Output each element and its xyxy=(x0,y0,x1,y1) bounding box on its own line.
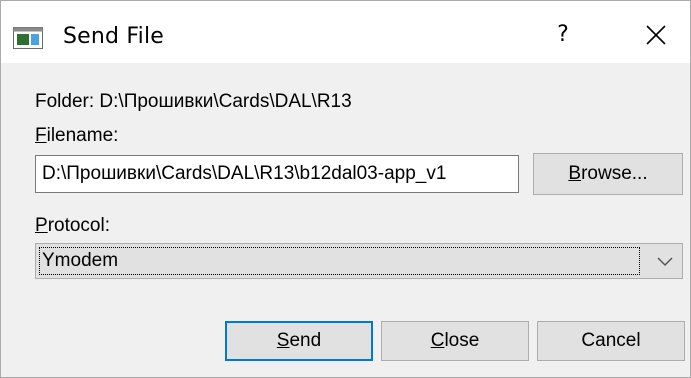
send-mnemonic: S xyxy=(276,330,290,351)
send-file-dialog: Send File ? Folder: D:\Прошивки\Cards\DA… xyxy=(0,0,691,378)
window-app-icon xyxy=(13,27,43,49)
protocol-label-text: rotocol: xyxy=(47,215,110,236)
filename-label-text: ilename: xyxy=(46,125,119,146)
close-x-icon[interactable] xyxy=(631,17,681,53)
window-title: Send File xyxy=(63,24,165,49)
send-button[interactable]: Send xyxy=(225,321,373,361)
cancel-button[interactable]: Cancel xyxy=(537,321,685,361)
title-bar: Send File ? xyxy=(1,1,690,63)
send-label: end xyxy=(289,330,322,351)
close-label: lose xyxy=(444,330,480,351)
browse-label: rowse... xyxy=(581,163,648,184)
protocol-label-mnemonic: P xyxy=(35,215,48,236)
protocol-select[interactable]: Ymodem xyxy=(35,243,683,279)
protocol-selected-value: Ymodem xyxy=(39,247,640,275)
browse-button[interactable]: Browse... xyxy=(533,153,683,195)
filename-label: Filename: xyxy=(35,125,118,147)
filename-input[interactable]: D:\Прошивки\Cards\DAL\R13\b12dal03-app_v… xyxy=(35,155,519,193)
folder-path-label: Folder: D:\Прошивки\Cards\DAL\R13 xyxy=(35,91,352,112)
browse-mnemonic: B xyxy=(568,163,582,184)
filename-label-mnemonic: F xyxy=(35,125,47,146)
protocol-label: Protocol: xyxy=(35,215,110,237)
chevron-down-icon xyxy=(657,257,673,267)
help-button[interactable]: ? xyxy=(541,17,585,53)
close-mnemonic: C xyxy=(430,330,445,351)
close-button[interactable]: Close xyxy=(381,321,529,361)
